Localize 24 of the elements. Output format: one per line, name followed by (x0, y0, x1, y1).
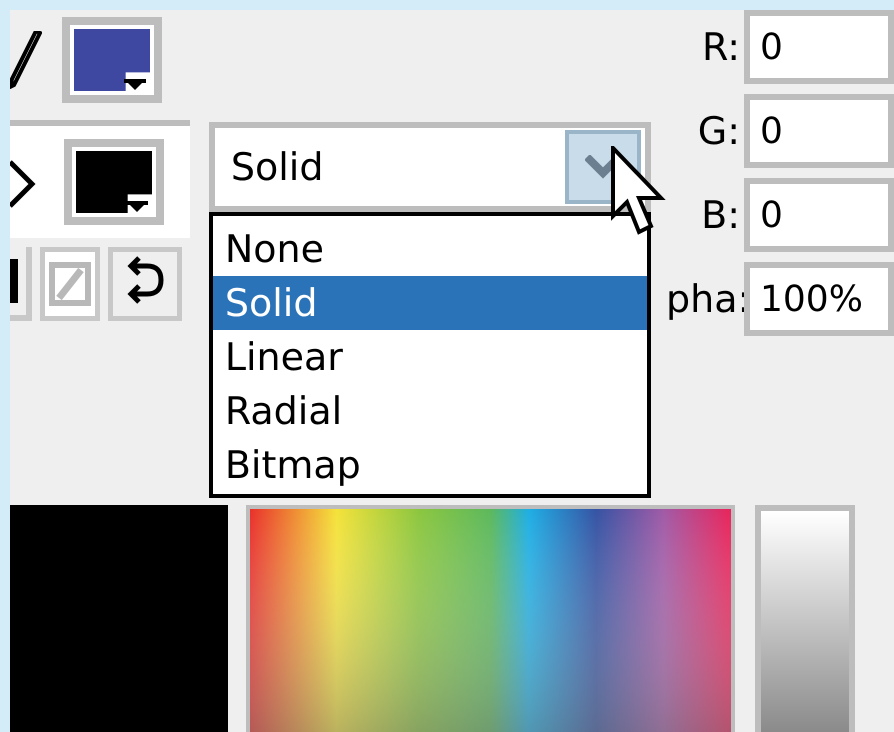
dropdown-option[interactable]: None (212, 222, 647, 276)
fill-color-swatch[interactable] (64, 139, 164, 225)
channel-label: R: (700, 28, 741, 66)
channel-label: G: (696, 112, 741, 150)
dropdown-option[interactable]: Linear (212, 330, 647, 384)
no-color-button[interactable] (40, 247, 100, 321)
channel-field[interactable]: 0 (744, 94, 894, 168)
channel-label: pha: (666, 280, 744, 318)
dropdown-option[interactable]: Bitmap (212, 438, 647, 492)
pencil-icon (10, 31, 42, 89)
dropdown-value: Solid (230, 148, 324, 186)
channel-field[interactable]: 100% (744, 262, 894, 336)
channel-field[interactable]: 0 (744, 178, 894, 252)
channel-field[interactable]: 0 (744, 10, 894, 84)
default-colors-button[interactable] (10, 247, 32, 321)
fill-type-dropdown[interactable]: Solid (208, 122, 651, 212)
dropdown-option[interactable]: Solid (212, 276, 647, 330)
dropdown-option[interactable]: Radial (212, 384, 647, 438)
caret-icon (126, 201, 148, 215)
swap-colors-button[interactable] (108, 247, 182, 321)
channel-label: B: (700, 196, 741, 234)
caret-icon (124, 79, 146, 93)
no-color-icon (49, 262, 91, 306)
stroke-color-swatch[interactable] (62, 17, 162, 103)
